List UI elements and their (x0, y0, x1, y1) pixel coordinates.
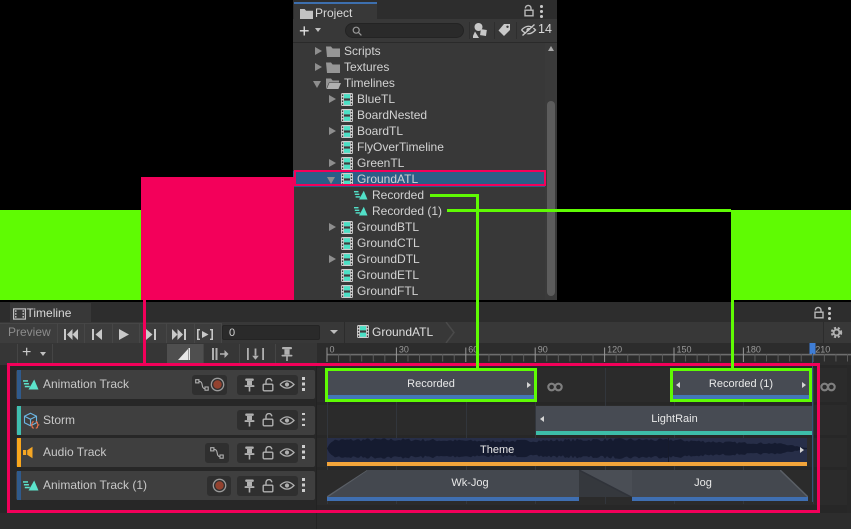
svg-text:180: 180 (746, 345, 761, 355)
svg-text:60: 60 (468, 345, 478, 355)
svg-text:120: 120 (607, 345, 622, 355)
svg-text:150: 150 (677, 345, 692, 355)
svg-text:210: 210 (815, 345, 830, 355)
svg-text:90: 90 (538, 345, 548, 355)
svg-text:30: 30 (399, 345, 409, 355)
svg-text:0: 0 (330, 345, 335, 355)
